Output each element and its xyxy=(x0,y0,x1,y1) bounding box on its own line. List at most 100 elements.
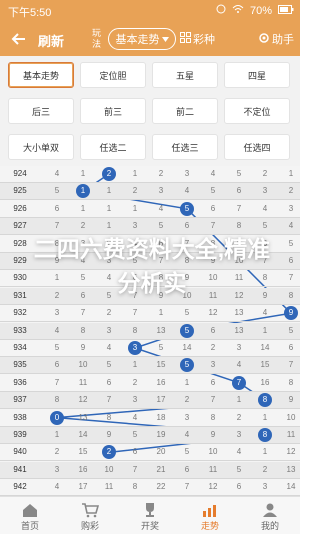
table-cell: 8 xyxy=(210,412,216,422)
table-cell: 3 xyxy=(262,186,268,196)
tab-cart[interactable]: 购彩 xyxy=(60,499,120,533)
table-cell: 4 xyxy=(54,482,60,492)
grid-icon xyxy=(180,32,191,46)
table-cell: 4 xyxy=(54,325,60,335)
hit-number: 2 xyxy=(102,167,116,181)
table-cell: 13 xyxy=(78,412,88,422)
refresh-button[interactable]: 刷新 xyxy=(38,31,64,50)
tab-home[interactable]: 首页 xyxy=(0,499,60,533)
table-cell: 3 xyxy=(54,308,60,318)
menu-item[interactable]: 不定位 xyxy=(224,98,290,124)
hit-number: 5 xyxy=(180,201,194,216)
issue-number: 926 xyxy=(13,203,27,213)
tab-user[interactable]: 我的 xyxy=(240,499,300,533)
menu-item[interactable]: 后三 xyxy=(8,98,74,124)
menu-item[interactable]: 任选四 xyxy=(224,134,290,160)
issue-number: 940 xyxy=(13,447,27,457)
table-cell: 5 xyxy=(236,464,242,474)
table-cell: 5 xyxy=(184,447,190,457)
table-cell: 7 xyxy=(236,203,242,213)
menu-item[interactable]: 任选三 xyxy=(152,134,218,160)
table-cell: 3 xyxy=(184,412,190,422)
menu-item[interactable]: 任选二 xyxy=(80,134,146,160)
table-cell: 5 xyxy=(54,343,60,352)
table-row: 938 13 8 4 18 3 8 2 1 10 xyxy=(0,410,300,427)
table-cell: 16 xyxy=(260,377,270,387)
tab-chart[interactable]: 走势 xyxy=(180,499,240,533)
menu-item[interactable]: 前二 xyxy=(152,98,218,124)
chart-icon xyxy=(201,501,219,519)
menu-item[interactable]: 前三 xyxy=(80,98,146,124)
tab-trophy[interactable]: 开奖 xyxy=(120,499,180,533)
table-cell: 2 xyxy=(262,464,268,474)
table-cell: 7 xyxy=(288,360,294,370)
lottery-type-button[interactable]: 彩种 xyxy=(180,31,215,47)
table-cell: 4 xyxy=(184,430,190,439)
table-cell: 11 xyxy=(286,430,296,439)
table-cell: 8 xyxy=(132,325,138,335)
table-cell: 6 xyxy=(106,377,112,387)
table-cell: 7 xyxy=(132,308,138,318)
table-cell: 9 xyxy=(210,430,216,439)
table-cell: 1 xyxy=(80,203,86,213)
table-cell: 1 xyxy=(184,377,190,387)
table-row: 942 4 17 11 8 22 7 12 6 3 14 xyxy=(0,479,300,496)
table-cell: 1 xyxy=(132,169,138,178)
menu-item[interactable]: 定位胆 xyxy=(80,62,146,88)
assistant-button[interactable]: 助手 xyxy=(258,31,294,47)
table-cell: 6 xyxy=(184,464,190,474)
play-type-menu: 基本走势 定位胆 五星 四星后三 前三 前二 不定位大小单双 任选二 任选三 任选四 xyxy=(0,56,300,166)
table-cell: 5 xyxy=(184,308,190,318)
tab-label: 我的 xyxy=(260,520,279,531)
table-row: 940 2 15 6 20 5 10 4 1 12 xyxy=(0,444,300,462)
tab-label: 开奖 xyxy=(140,520,159,531)
table-cell: 10 xyxy=(78,360,88,370)
menu-item[interactable]: 五星 xyxy=(152,62,218,88)
table-cell: 3 xyxy=(184,169,190,178)
table-cell: 22 xyxy=(156,482,166,492)
table-row: 936 7 11 6 2 16 1 6 16 8 xyxy=(0,375,300,392)
status-right: 70% xyxy=(216,4,294,17)
status-time: 下午5:50 xyxy=(8,7,52,19)
table-cell: 1 xyxy=(262,412,268,422)
table-row: 933 4 8 3 8 13 6 13 1 5 xyxy=(0,322,300,340)
table-row: 939 1 14 9 5 19 4 9 3 11 xyxy=(0,427,300,444)
table-cell: 7 xyxy=(80,308,86,318)
table-cell: 6 xyxy=(210,203,216,213)
table-cell: 9 xyxy=(288,395,294,405)
table-cell: 5 xyxy=(158,343,164,352)
chevron-down-icon xyxy=(161,33,169,45)
issue-number: 925 xyxy=(13,186,27,196)
back-button[interactable] xyxy=(8,28,30,50)
lottery-type-label: 彩种 xyxy=(193,34,215,46)
table-cell: 10 xyxy=(104,464,114,474)
menu-item[interactable]: 大小单双 xyxy=(8,134,74,160)
overlay-headline: 二四六费资料大全,精准分析实 xyxy=(33,236,271,296)
table-cell: 3 xyxy=(262,482,268,492)
table-cell: 9 xyxy=(80,343,86,352)
trend-type-select[interactable]: 基本走势 xyxy=(108,28,176,50)
table-cell: 17 xyxy=(156,395,166,405)
issue-number: 936 xyxy=(13,377,27,387)
table-cell: 7 xyxy=(288,273,294,283)
table-cell: 6 xyxy=(236,186,242,196)
table-cell: 7 xyxy=(106,395,112,405)
table-cell: 17 xyxy=(78,482,88,492)
table-cell: 8 xyxy=(288,377,294,387)
table-cell: 4 xyxy=(184,186,190,196)
table-cell: 4 xyxy=(288,221,294,231)
table-cell: 4 xyxy=(236,447,242,457)
issue-number: 935 xyxy=(13,360,27,370)
menu-item[interactable]: 四星 xyxy=(224,62,290,88)
table-cell: 15 xyxy=(260,360,270,370)
table-cell: 11 xyxy=(78,377,88,387)
table-cell: 2 xyxy=(54,447,60,457)
table-cell: 6 xyxy=(288,256,294,265)
menu-item[interactable]: 基本走势 xyxy=(8,62,74,88)
battery-label: 70% xyxy=(249,4,272,17)
table-cell: 10 xyxy=(286,412,296,422)
table-row: 941 3 16 10 7 21 6 11 5 2 13 xyxy=(0,461,300,479)
issue-number: 932 xyxy=(13,308,27,318)
table-cell: 6 xyxy=(210,325,216,335)
table-cell: 14 xyxy=(260,343,270,352)
